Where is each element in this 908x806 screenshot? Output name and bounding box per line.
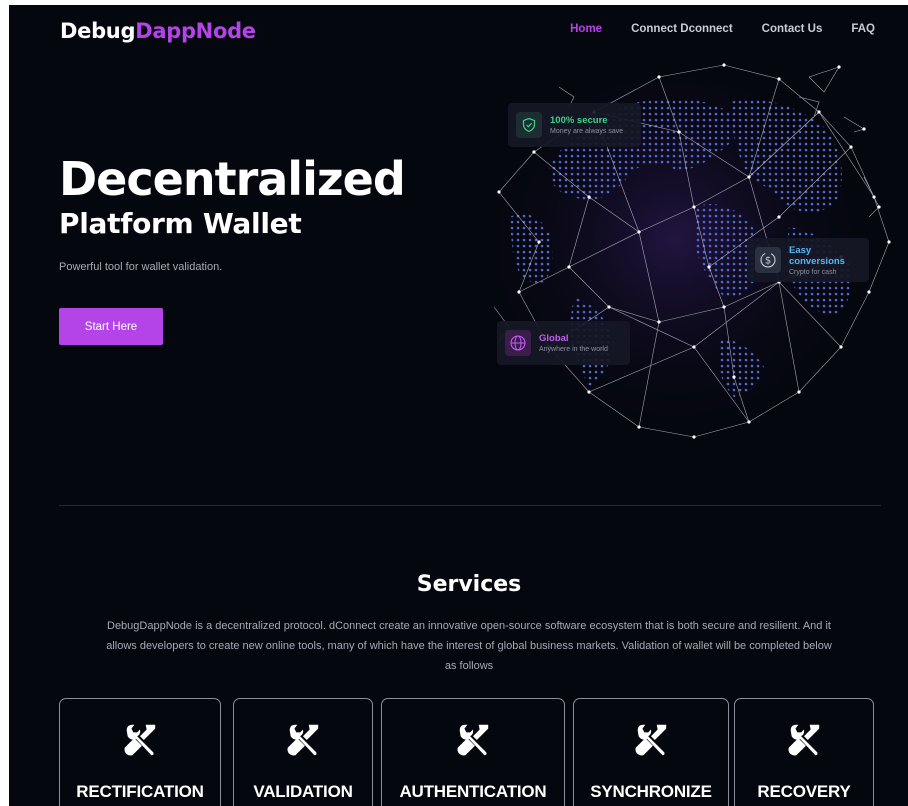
service-card-validation[interactable]: VALIDATION — [233, 698, 373, 806]
service-label: AUTHENTICATION — [399, 782, 547, 801]
nav-connect-link[interactable]: Connect Dconnect — [631, 23, 733, 35]
brand-part-2: DappNode — [135, 19, 256, 43]
feature-card-global: Global Anywhere in the world — [497, 321, 630, 365]
card-conversions-title: Easy conversions — [789, 244, 845, 267]
feature-card-conversions: $ Easy conversions Crypto for cash — [747, 238, 869, 282]
tools-icon — [457, 724, 489, 756]
service-label: SYNCHRONIZE — [590, 782, 712, 801]
card-global-title: Global — [539, 333, 569, 344]
service-card-authentication[interactable]: AUTHENTICATION — [381, 698, 565, 806]
shield-icon — [516, 112, 542, 138]
hero-description: Powerful tool for wallet validation. — [59, 261, 223, 273]
main-nav: Home Connect Dconnect Contact Us FAQ — [570, 23, 875, 35]
dollar-cycle-icon: $ — [755, 247, 781, 273]
service-label: VALIDATION — [253, 782, 353, 801]
brand-part-1: Debug — [60, 19, 136, 43]
service-label: RECOVERY — [757, 782, 851, 801]
start-here-button[interactable]: Start Here — [59, 308, 163, 345]
tools-icon — [635, 724, 667, 756]
nav-contact-link[interactable]: Contact Us — [762, 23, 823, 35]
card-secure-title: 100% secure — [550, 115, 608, 126]
service-label: RECTIFICATION — [76, 782, 204, 801]
card-conversions-subtitle: Crypto for cash — [789, 268, 837, 276]
feature-card-secure: 100% secure Money are always save — [508, 103, 641, 147]
card-secure-subtitle: Money are always save — [550, 128, 624, 135]
hero-title: Decentralized — [59, 152, 406, 206]
brand-logo[interactable]: DebugDappNode — [60, 19, 256, 43]
service-card-recovery[interactable]: RECOVERY — [734, 698, 874, 806]
globe-icon — [505, 330, 531, 356]
service-card-rectification[interactable]: RECTIFICATION — [59, 698, 221, 806]
service-card-synchronize[interactable]: SYNCHRONIZE — [573, 698, 729, 806]
tools-icon — [788, 724, 820, 756]
hero-subtitle: Platform Wallet — [59, 207, 302, 240]
svg-text:$: $ — [765, 256, 771, 267]
card-global-subtitle: Anywhere in the world — [539, 346, 608, 353]
nav-home-link[interactable]: Home — [570, 23, 602, 35]
nav-faq-link[interactable]: FAQ — [851, 23, 875, 35]
tools-icon — [124, 724, 156, 756]
page: DebugDappNode Home Connect Dconnect Cont… — [9, 5, 908, 806]
tools-icon — [287, 724, 319, 756]
services-title: Services — [416, 572, 522, 597]
section-divider — [59, 505, 881, 506]
services-description: DebugDappNode is a decentralized protoco… — [106, 620, 832, 672]
